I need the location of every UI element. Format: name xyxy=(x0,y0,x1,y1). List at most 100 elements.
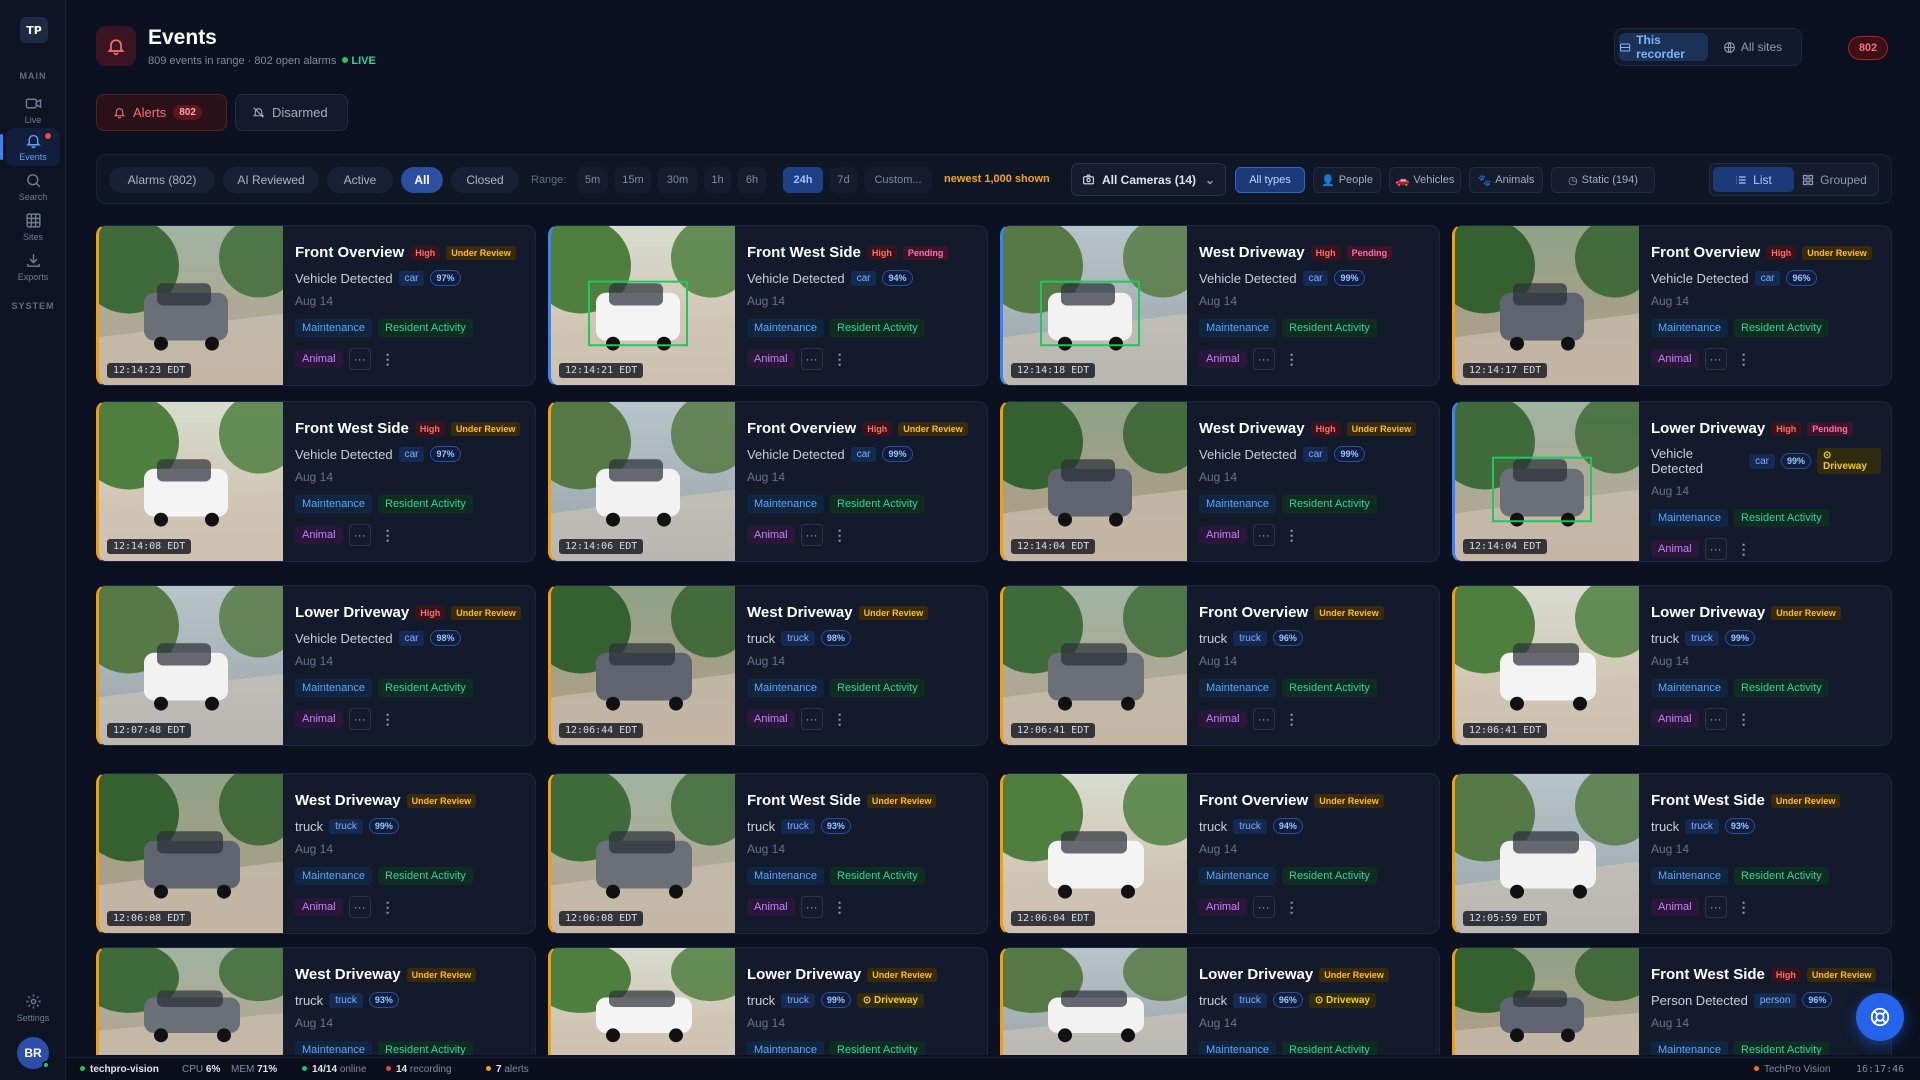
tag-animal[interactable]: Animal xyxy=(747,898,795,916)
tag-maintenance[interactable]: Maintenance xyxy=(295,867,372,885)
event-thumbnail[interactable]: 12:14:21 EDT xyxy=(551,226,735,385)
event-card[interactable]: 12:06:44 EDT West Driveway Under Review … xyxy=(548,585,988,746)
kebab-menu-icon[interactable]: ⋮ xyxy=(377,708,399,730)
event-card[interactable]: Front West Side High Under Review Person… xyxy=(1452,947,1892,1055)
more-tags-button[interactable]: ··· xyxy=(800,348,823,370)
event-card[interactable]: West Driveway Under Review truck truck 9… xyxy=(96,947,536,1055)
event-card[interactable]: 12:14:04 EDT Lower Driveway High Pending… xyxy=(1452,401,1892,562)
tag-animal[interactable]: Animal xyxy=(747,350,795,368)
sidebar-item-exports[interactable]: Exports xyxy=(6,248,60,286)
event-thumbnail[interactable]: 12:07:48 EDT xyxy=(99,586,283,745)
user-avatar[interactable]: BR xyxy=(17,1037,50,1069)
event-card[interactable]: 12:14:18 EDT West Driveway High Pending … xyxy=(1000,225,1440,386)
camera-select[interactable]: All Cameras (14) ⌄ xyxy=(1071,163,1226,196)
tag-resident-activity[interactable]: Resident Activity xyxy=(378,679,473,697)
event-card[interactable]: Lower Driveway Under Review truck truck … xyxy=(548,947,988,1055)
more-tags-button[interactable]: ··· xyxy=(1252,348,1275,370)
kebab-menu-icon[interactable]: ⋮ xyxy=(829,896,851,918)
tag-resident-activity[interactable]: Resident Activity xyxy=(830,319,925,337)
tag-resident-activity[interactable]: Resident Activity xyxy=(378,867,473,885)
more-tags-button[interactable]: ··· xyxy=(348,348,371,370)
tag-maintenance[interactable]: Maintenance xyxy=(1651,319,1728,337)
tag-resident-activity[interactable]: Resident Activity xyxy=(1734,509,1829,527)
tag-maintenance[interactable]: Maintenance xyxy=(1199,1041,1276,1055)
tag-maintenance[interactable]: Maintenance xyxy=(1199,867,1276,885)
sidebar-item-live[interactable]: Live xyxy=(6,91,60,129)
tag-resident-activity[interactable]: Resident Activity xyxy=(830,679,925,697)
event-thumbnail[interactable]: 12:06:44 EDT xyxy=(551,586,735,745)
event-thumbnail[interactable]: 12:14:06 EDT xyxy=(551,402,735,561)
tag-maintenance[interactable]: Maintenance xyxy=(1199,319,1276,337)
tag-maintenance[interactable]: Maintenance xyxy=(295,319,372,337)
event-card[interactable]: 12:07:48 EDT Lower Driveway High Under R… xyxy=(96,585,536,746)
range-6h[interactable]: 6h xyxy=(738,167,766,193)
filter-ai-reviewed[interactable]: AI Reviewed xyxy=(223,167,319,193)
type-people[interactable]: 👤 People xyxy=(1313,167,1381,193)
tag-animal[interactable]: Animal xyxy=(1199,350,1247,368)
kebab-menu-icon[interactable]: ⋮ xyxy=(1281,896,1303,918)
tag-resident-activity[interactable]: Resident Activity xyxy=(1282,679,1377,697)
tag-animal[interactable]: Animal xyxy=(295,526,343,544)
kebab-menu-icon[interactable]: ⋮ xyxy=(1733,708,1755,730)
kebab-menu-icon[interactable]: ⋮ xyxy=(829,708,851,730)
tag-maintenance[interactable]: Maintenance xyxy=(747,495,824,513)
sidebar-item-settings[interactable]: Settings xyxy=(6,989,60,1027)
event-card[interactable]: 12:06:41 EDT Lower Driveway Under Review… xyxy=(1452,585,1892,746)
view-grouped-button[interactable]: Grouped xyxy=(1794,167,1875,192)
event-card[interactable]: 12:14:04 EDT West Driveway High Under Re… xyxy=(1000,401,1440,562)
tag-animal[interactable]: Animal xyxy=(1651,540,1699,558)
tag-maintenance[interactable]: Maintenance xyxy=(295,679,372,697)
tag-animal[interactable]: Animal xyxy=(747,710,795,728)
event-thumbnail[interactable]: 12:06:41 EDT xyxy=(1455,586,1639,745)
more-tags-button[interactable]: ··· xyxy=(348,708,371,730)
tag-resident-activity[interactable]: Resident Activity xyxy=(1282,319,1377,337)
event-thumbnail[interactable] xyxy=(99,948,283,1055)
filter-closed[interactable]: Closed xyxy=(451,167,519,193)
kebab-menu-icon[interactable]: ⋮ xyxy=(829,348,851,370)
more-tags-button[interactable]: ··· xyxy=(800,896,823,918)
event-thumbnail[interactable]: 12:14:04 EDT xyxy=(1003,402,1187,561)
alarm-count-badge[interactable]: 802 xyxy=(1848,36,1888,60)
more-tags-button[interactable]: ··· xyxy=(348,524,371,546)
tag-animal[interactable]: Animal xyxy=(1651,710,1699,728)
disarmed-tab[interactable]: Disarmed xyxy=(235,94,348,131)
help-button[interactable] xyxy=(1856,993,1904,1041)
more-tags-button[interactable]: ··· xyxy=(1704,708,1727,730)
more-tags-button[interactable]: ··· xyxy=(1704,896,1727,918)
tag-maintenance[interactable]: Maintenance xyxy=(1199,679,1276,697)
tag-animal[interactable]: Animal xyxy=(1199,898,1247,916)
tag-resident-activity[interactable]: Resident Activity xyxy=(1734,319,1829,337)
kebab-menu-icon[interactable]: ⋮ xyxy=(829,524,851,546)
tag-maintenance[interactable]: Maintenance xyxy=(1651,867,1728,885)
tag-maintenance[interactable]: Maintenance xyxy=(747,867,824,885)
kebab-menu-icon[interactable]: ⋮ xyxy=(377,524,399,546)
alerts-tab[interactable]: Alerts 802 xyxy=(96,94,227,131)
tag-animal[interactable]: Animal xyxy=(295,898,343,916)
kebab-menu-icon[interactable]: ⋮ xyxy=(1733,348,1755,370)
tag-resident-activity[interactable]: Resident Activity xyxy=(830,1041,925,1055)
sidebar-item-events[interactable]: Events xyxy=(0,128,60,166)
range-15m[interactable]: 15m xyxy=(615,167,651,193)
tag-maintenance[interactable]: Maintenance xyxy=(295,1041,372,1055)
tag-maintenance[interactable]: Maintenance xyxy=(1199,495,1276,513)
sidebar-item-search[interactable]: Search xyxy=(6,168,60,206)
event-thumbnail[interactable] xyxy=(1455,948,1639,1055)
tag-animal[interactable]: Animal xyxy=(747,526,795,544)
tag-resident-activity[interactable]: Resident Activity xyxy=(830,867,925,885)
event-thumbnail[interactable]: 12:14:08 EDT xyxy=(99,402,283,561)
view-list-button[interactable]: List xyxy=(1713,167,1794,192)
tag-maintenance[interactable]: Maintenance xyxy=(1651,509,1728,527)
tag-maintenance[interactable]: Maintenance xyxy=(747,679,824,697)
tag-maintenance[interactable]: Maintenance xyxy=(295,495,372,513)
tag-maintenance[interactable]: Maintenance xyxy=(747,319,824,337)
event-thumbnail[interactable]: 12:14:23 EDT xyxy=(99,226,283,385)
tag-resident-activity[interactable]: Resident Activity xyxy=(830,495,925,513)
range-30m[interactable]: 30m xyxy=(658,167,697,193)
tag-resident-activity[interactable]: Resident Activity xyxy=(1734,679,1829,697)
more-tags-button[interactable]: ··· xyxy=(1252,708,1275,730)
event-card[interactable]: 12:14:21 EDT Front West Side High Pendin… xyxy=(548,225,988,386)
filter-active[interactable]: Active xyxy=(327,167,393,193)
tag-resident-activity[interactable]: Resident Activity xyxy=(1282,867,1377,885)
event-card[interactable]: 12:06:08 EDT West Driveway Under Review … xyxy=(96,773,536,934)
event-card[interactable]: 12:14:23 EDT Front Overview High Under R… xyxy=(96,225,536,386)
